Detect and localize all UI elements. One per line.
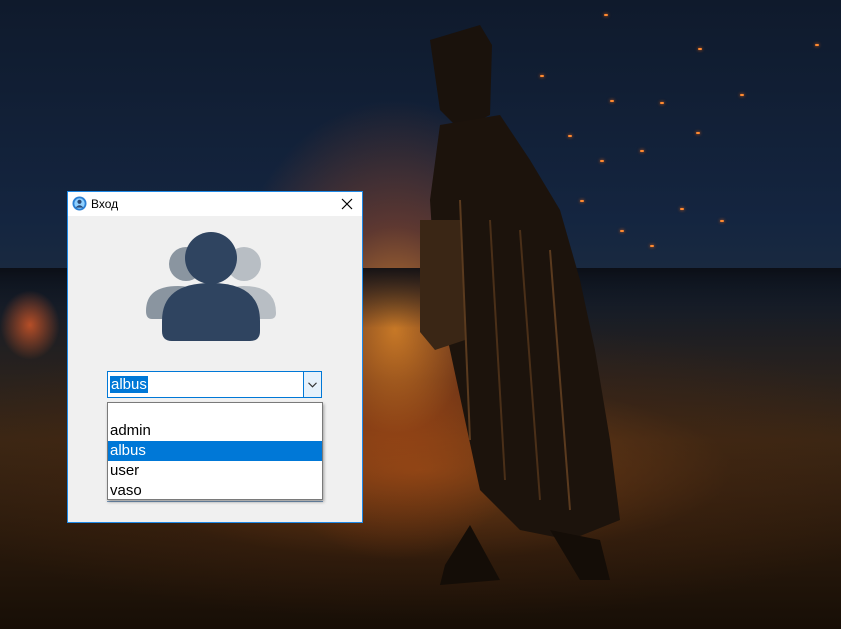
wallpaper-spark [600, 160, 604, 162]
dropdown-item-albus[interactable]: albus [108, 441, 322, 461]
wallpaper-figure [420, 25, 620, 585]
wallpaper-spark [720, 220, 724, 222]
login-window: Вход albus admin albus user vaso [67, 191, 363, 523]
wallpaper-spark [660, 102, 664, 104]
wallpaper-spark [540, 75, 544, 77]
username-dropdown-list: admin albus user vaso [107, 402, 323, 500]
title-bar[interactable]: Вход [68, 192, 362, 216]
username-combobox[interactable]: albus [107, 371, 322, 398]
dropdown-item-user[interactable]: user [108, 461, 322, 481]
chevron-down-icon [308, 381, 317, 388]
desktop-wallpaper: Вход albus admin albus user vaso [0, 0, 841, 629]
wallpaper-fire-glow [0, 290, 60, 360]
close-button[interactable] [332, 192, 362, 216]
wallpaper-spark [696, 132, 700, 134]
wallpaper-spark [640, 150, 644, 152]
window-title: Вход [91, 197, 119, 211]
users-group-icon [146, 232, 276, 341]
dropdown-item-vaso[interactable]: vaso [108, 481, 322, 501]
wallpaper-spark [698, 48, 702, 50]
wallpaper-spark [740, 94, 744, 96]
wallpaper-spark [680, 208, 684, 210]
dropdown-item-admin[interactable]: admin [108, 421, 322, 441]
wallpaper-spark [650, 245, 654, 247]
combobox-dropdown-button[interactable] [303, 372, 321, 397]
wallpaper-spark [568, 135, 572, 137]
wallpaper-spark [620, 230, 624, 232]
wallpaper-spark [604, 14, 608, 16]
wallpaper-spark [815, 44, 819, 46]
close-icon [341, 198, 353, 210]
username-combobox-value[interactable]: albus [110, 376, 148, 393]
wallpaper-spark [580, 200, 584, 202]
wallpaper-spark [610, 100, 614, 102]
user-globe-icon [72, 196, 87, 211]
